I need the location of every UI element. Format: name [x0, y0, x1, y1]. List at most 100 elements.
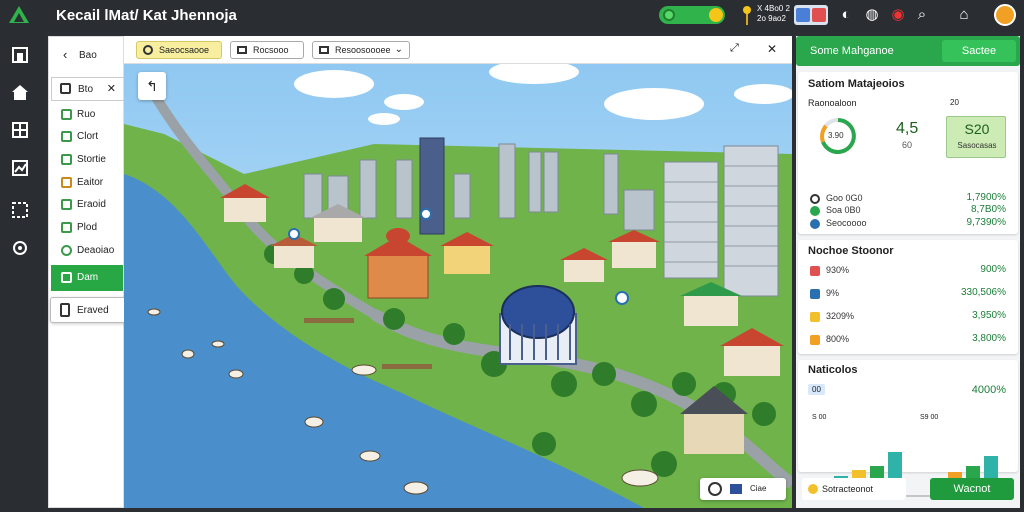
- back-button[interactable]: ‹ Bao: [53, 41, 119, 69]
- dropdown-button[interactable]: Resoosoooee ⌄: [312, 41, 410, 59]
- row-label: 9%: [826, 288, 840, 298]
- media-icon: [796, 8, 810, 22]
- torch-icon[interactable]: [742, 5, 752, 25]
- menu-item-label: Eaitor: [77, 177, 104, 188]
- card-title: Satiom Matajeoios: [808, 78, 905, 90]
- home-icon[interactable]: [10, 82, 30, 102]
- row-label: 930%: [826, 265, 850, 275]
- tool-button[interactable]: Rocsooo: [230, 41, 304, 59]
- menu-item[interactable]: Eraoid: [51, 195, 123, 215]
- close-icon[interactable]: ✕: [767, 42, 777, 56]
- menu-item-label: Ruo: [77, 109, 96, 120]
- view-icon: [319, 46, 329, 54]
- city-map[interactable]: [124, 64, 792, 508]
- menu-item[interactable]: Stortie: [51, 150, 123, 170]
- settings-icon[interactable]: [10, 238, 30, 258]
- panel-header: Bto ✕: [51, 77, 125, 101]
- row-label: Seocoooo: [826, 218, 867, 228]
- row-label: Goo 0G0: [826, 193, 863, 203]
- menu-item-active[interactable]: Dam: [51, 265, 123, 291]
- stat-line: X 4Bo0 2: [757, 4, 790, 13]
- row-icon: [810, 289, 820, 299]
- resource-stats: X 4Bo0 2 2o 9ao2: [757, 4, 790, 24]
- save-button[interactable]: Sactee: [942, 40, 1016, 62]
- chart-icon[interactable]: [10, 158, 30, 178]
- gauge-value: 3.90: [828, 131, 844, 140]
- legend-label: Ciae: [750, 484, 767, 493]
- scrollbar[interactable]: [1020, 36, 1024, 508]
- item-icon: [61, 199, 72, 210]
- coin-icon: [808, 484, 818, 494]
- row-value: 9,7390%: [966, 217, 1006, 228]
- menu-item[interactable]: Deaoiao: [51, 241, 123, 261]
- close-icon[interactable]: ✕: [107, 82, 116, 95]
- item-icon: [61, 154, 72, 165]
- gold-coin-icon: [709, 8, 723, 22]
- map-grid-icon[interactable]: [10, 200, 30, 220]
- panel-header-label: Bto: [78, 84, 94, 95]
- target-icon: [143, 45, 153, 55]
- stat-line: 2o 9ao2: [757, 14, 786, 23]
- stats-total: 4000%: [971, 384, 1006, 396]
- tool-label: Rocsooo: [253, 45, 289, 55]
- home-icon[interactable]: ⌂: [954, 5, 974, 25]
- row-value: 3,950%: [972, 310, 1006, 321]
- expand-icon[interactable]: ⤢: [730, 42, 739, 55]
- map-toolbar: Saeocsaooe Rocsooo Resoosoooee ⌄ ⤢ ✕: [124, 36, 792, 64]
- market-card: Nochoe Stoonor 930% 900% 9% 330,506% 320…: [798, 240, 1018, 354]
- app-title: Kecail lMat/ Kat Jhennoja: [56, 7, 237, 24]
- map-legend[interactable]: Ciae: [700, 478, 786, 500]
- layer-icon: [730, 484, 742, 494]
- menu-item-label: Deaoiao: [77, 245, 115, 256]
- panel-icon: [60, 83, 71, 94]
- confirm-button[interactable]: Wacnot: [930, 478, 1014, 500]
- score-subtitle: Sasocasas: [957, 141, 997, 150]
- notification-icon[interactable]: ◉: [888, 5, 908, 25]
- menu-item[interactable]: Ruo: [51, 105, 123, 125]
- row-icon: [810, 312, 820, 322]
- menu-item-label: Eraoid: [77, 199, 106, 210]
- item-icon: [61, 222, 72, 233]
- map-back-button[interactable]: ↰: [138, 72, 166, 100]
- row-icon: [810, 266, 820, 276]
- menu-item[interactable]: Plod: [51, 218, 123, 238]
- search-icon[interactable]: ⌕: [912, 5, 932, 25]
- stats-badge: 00: [808, 384, 825, 395]
- item-icon: [61, 245, 72, 256]
- footer-tool[interactable]: Sotracteonot: [802, 478, 906, 500]
- menu-item-label: Dam: [77, 272, 99, 283]
- card-title: Naticolos: [808, 364, 858, 376]
- app-logo-icon[interactable]: [8, 5, 30, 27]
- currency-pill[interactable]: [659, 6, 725, 24]
- menu-item-label: Plod: [77, 222, 98, 233]
- tool-label: Saeocsaooe: [159, 45, 210, 55]
- card-title: Nochoe Stoonor: [808, 245, 894, 257]
- document-icon: [60, 303, 70, 317]
- left-panel: ‹ Bao Bto ✕ Ruo Clort Stortie Eaitor Era…: [48, 36, 125, 508]
- menu-item-label: Clort: [77, 131, 99, 142]
- row-label: 800%: [826, 334, 850, 344]
- tool-button[interactable]: Saeocsaooe: [136, 41, 222, 59]
- media-button[interactable]: [794, 5, 828, 25]
- row-label: 3209%: [826, 311, 855, 321]
- row-icon: [810, 335, 820, 345]
- card-subtitle: Raonoaloon: [808, 98, 857, 108]
- moon-icon[interactable]: ◐: [836, 5, 856, 25]
- chevron-down-icon: ⌄: [394, 44, 403, 55]
- card-corner-value: 20: [950, 98, 959, 107]
- grid-icon[interactable]: [10, 120, 30, 140]
- building-icon[interactable]: [10, 44, 30, 64]
- back-label: Bao: [79, 50, 97, 61]
- tool-label: Resoosoooee: [335, 45, 391, 55]
- status-icon: [810, 219, 820, 229]
- item-icon: [61, 131, 72, 142]
- toggle-icon: [708, 482, 722, 496]
- menu-item[interactable]: Clort: [51, 127, 123, 147]
- panel-header: Some Mahganoe Sactee: [796, 36, 1020, 66]
- globe-icon[interactable]: ◍: [862, 5, 882, 25]
- layer-icon: [237, 46, 247, 54]
- menu-item[interactable]: Eaitor: [51, 173, 123, 193]
- big-value: 4,5: [896, 120, 919, 137]
- item-icon: [61, 177, 72, 188]
- user-avatar[interactable]: [994, 4, 1016, 26]
